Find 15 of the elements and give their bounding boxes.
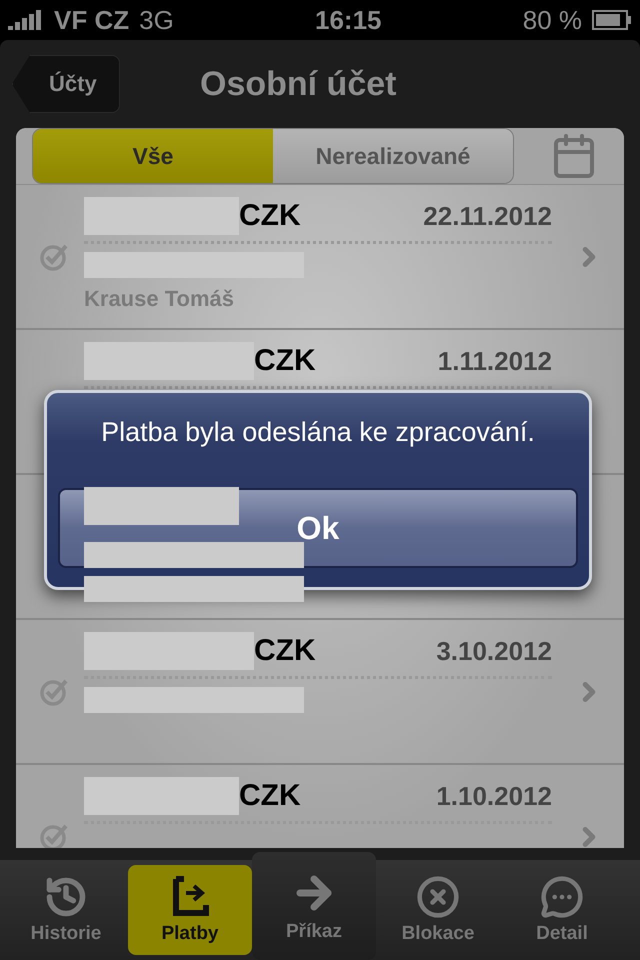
currency-label: CZK	[239, 199, 301, 233]
currency-label: CZK	[239, 779, 301, 813]
alert-message: Platba byla odeslána ke zpracování.	[101, 417, 535, 448]
payment-date: 1.10.2012	[436, 780, 552, 812]
payment-date: 22.11.2012	[423, 200, 552, 232]
payment-date: 3.10.2012	[436, 636, 552, 666]
screen-title: Osobní účet	[200, 64, 396, 104]
carrier-name: VF CZ	[54, 4, 130, 36]
payee-name: Krause Tomáš	[84, 286, 235, 312]
clock-time: 16:15	[315, 4, 382, 36]
currency-label: CZK	[254, 344, 316, 378]
network-type: 3G	[139, 4, 174, 36]
battery-percent: 80 %	[522, 4, 582, 36]
payment-date: 1.11.2012	[438, 346, 552, 376]
currency-label: CZK	[254, 634, 316, 668]
